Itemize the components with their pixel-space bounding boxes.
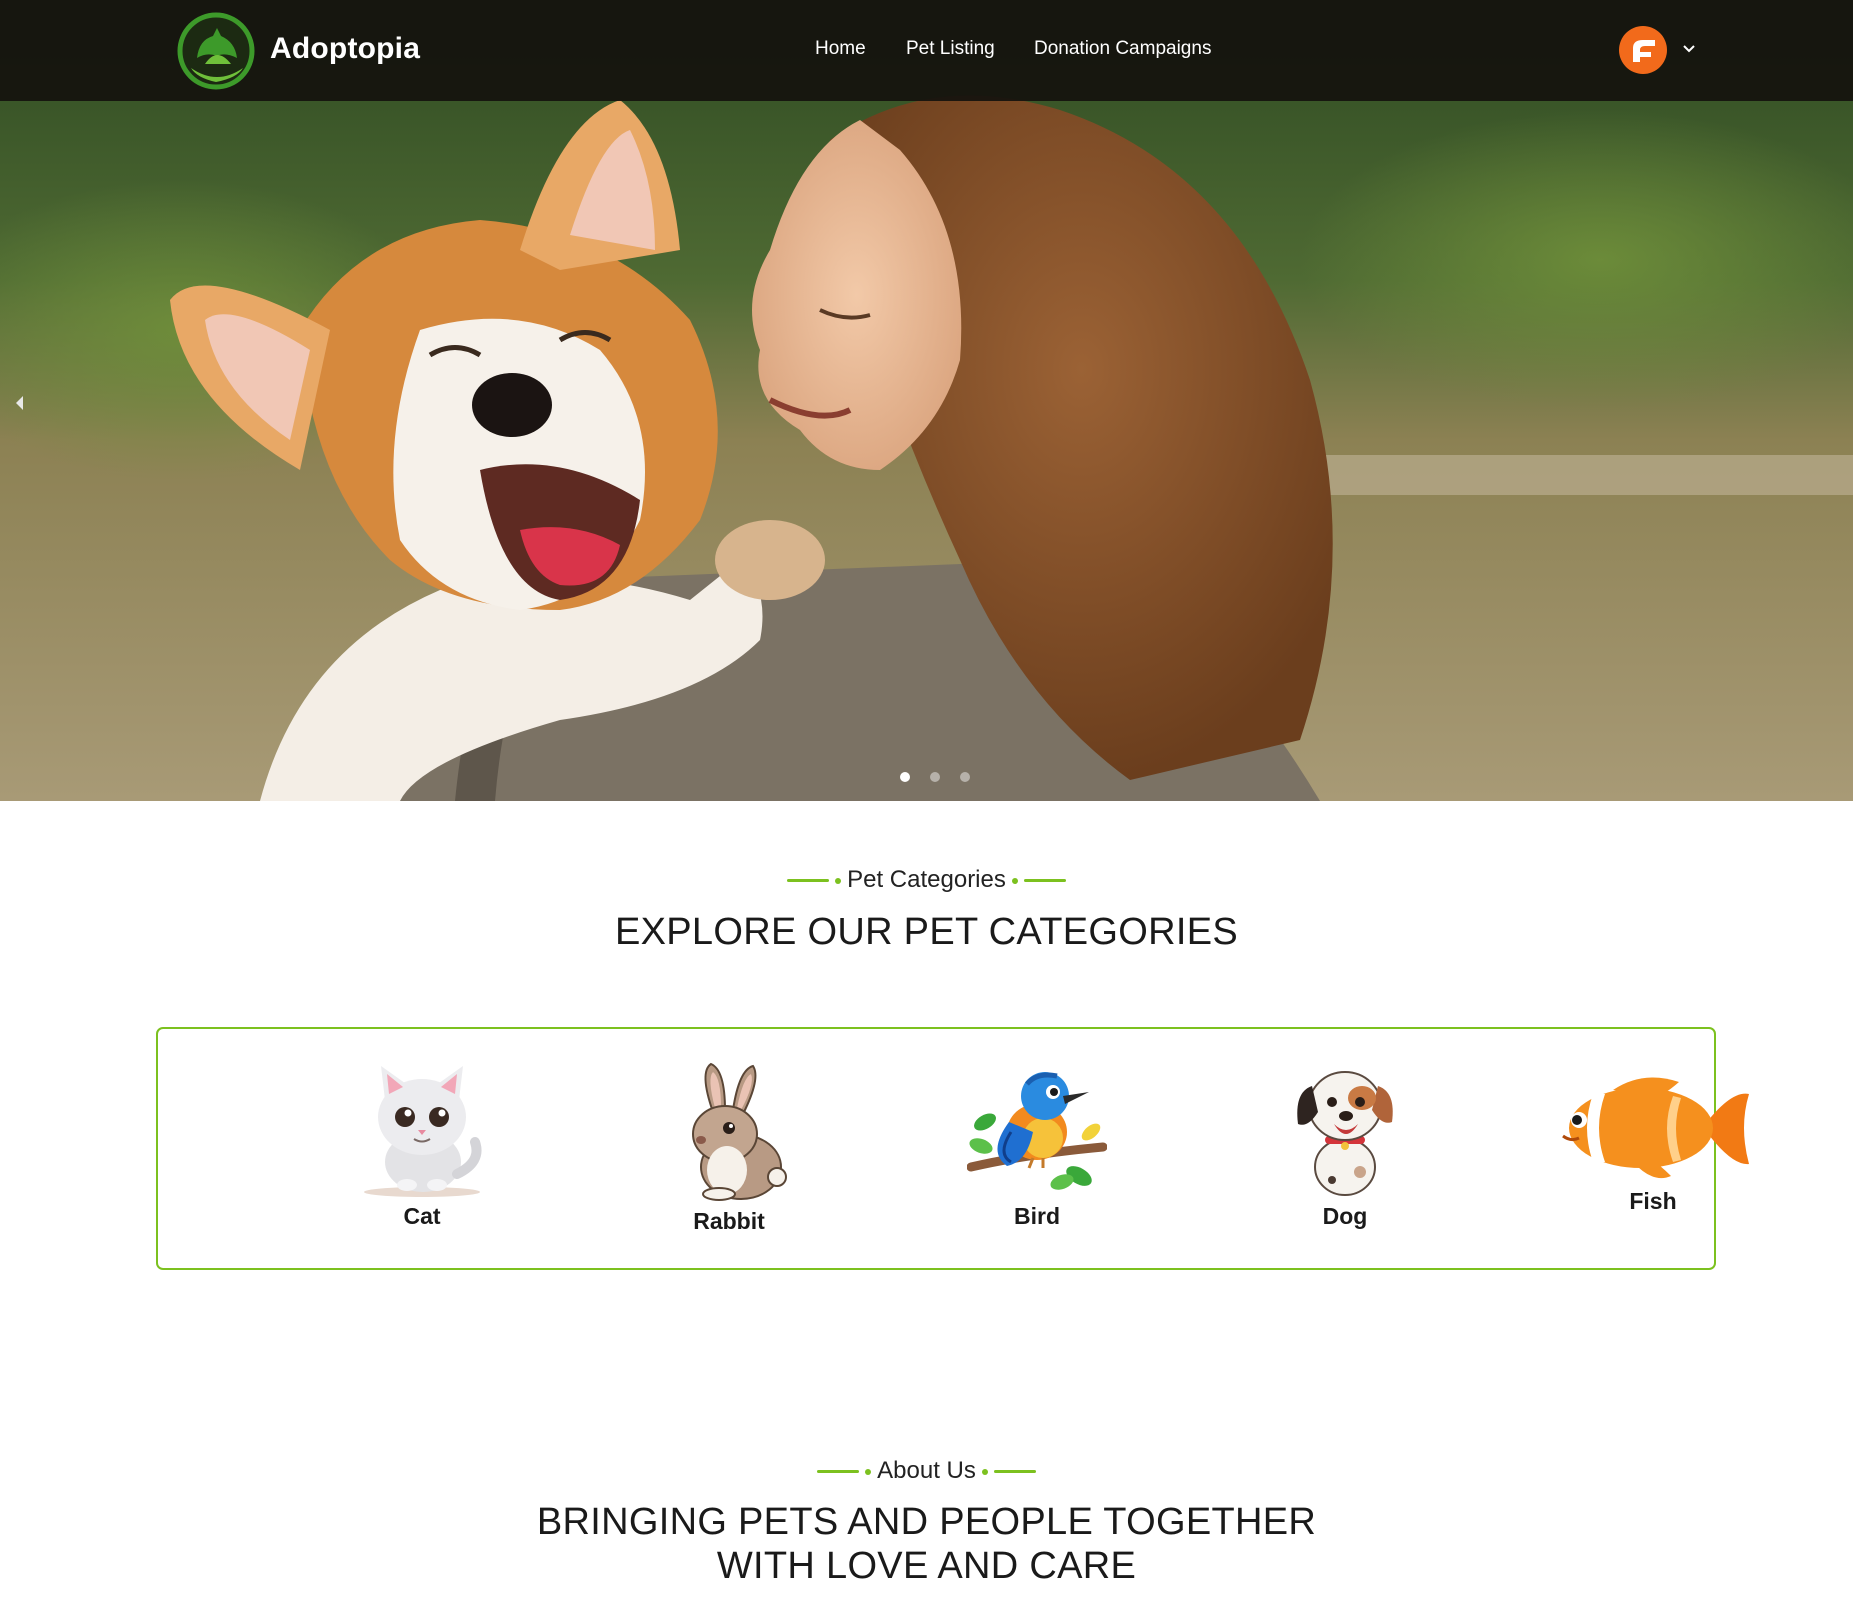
about-title: BRINGING PETS AND PEOPLE TOGETHER WITH L… (0, 1500, 1853, 1588)
carousel-dot-3[interactable] (960, 772, 970, 782)
fish-icon (1562, 1077, 1749, 1179)
rabbit-icon (692, 1062, 787, 1201)
carousel-dot-2[interactable] (930, 772, 940, 782)
category-dog[interactable]: Dog (1245, 1062, 1445, 1230)
category-list: Cat Rabbit Bird Dog Fish (156, 1027, 1749, 1270)
eyebrow-line-icon (787, 879, 830, 883)
categories-eyebrow-text: Pet Categories (847, 866, 1006, 893)
eyebrow-line-icon (993, 1470, 1036, 1474)
carousel-prev-arrow[interactable] (12, 394, 26, 412)
nav-donation-campaigns[interactable]: Donation Campaigns (1034, 38, 1211, 60)
about-title-line2: WITH LOVE AND CARE (716, 1545, 1137, 1587)
bird-icon (967, 1072, 1107, 1190)
eyebrow-line-icon (817, 1470, 860, 1474)
hero-image (0, 0, 1853, 801)
about-eyebrow: About Us (0, 1457, 1853, 1485)
category-label: Bird (1014, 1203, 1060, 1229)
brand-name[interactable]: Adoptopia (270, 32, 420, 66)
category-label: Rabbit (693, 1208, 765, 1234)
category-label: Dog (1322, 1203, 1368, 1229)
category-cat[interactable]: Cat (322, 1062, 522, 1230)
category-label: Cat (403, 1203, 441, 1229)
chevron-down-icon[interactable] (1680, 40, 1698, 58)
category-bird[interactable]: Bird (937, 1062, 1137, 1230)
categories-eyebrow: Pet Categories (0, 866, 1853, 894)
hero-carousel (0, 0, 1853, 801)
about-title-line1: BRINGING PETS AND PEOPLE TOGETHER (536, 1501, 1317, 1543)
category-rabbit[interactable]: Rabbit (629, 1062, 829, 1235)
category-fish[interactable]: Fish (1553, 1072, 1753, 1215)
categories-title: EXPLORE OUR PET CATEGORIES (615, 911, 1238, 953)
cat-icon (364, 1066, 482, 1197)
about-eyebrow-text: About Us (877, 1457, 976, 1484)
nav-home[interactable]: Home (815, 38, 866, 60)
nav-pet-listing[interactable]: Pet Listing (906, 38, 995, 60)
dog-icon (1297, 1071, 1393, 1196)
logo[interactable] (177, 12, 255, 90)
category-label: Fish (1629, 1188, 1677, 1214)
top-navbar: Adoptopia Home Pet Listing Donation Camp… (0, 0, 1853, 101)
eyebrow-line-icon (1023, 879, 1066, 883)
user-avatar[interactable] (1619, 26, 1667, 74)
carousel-dot-1[interactable] (900, 772, 910, 782)
